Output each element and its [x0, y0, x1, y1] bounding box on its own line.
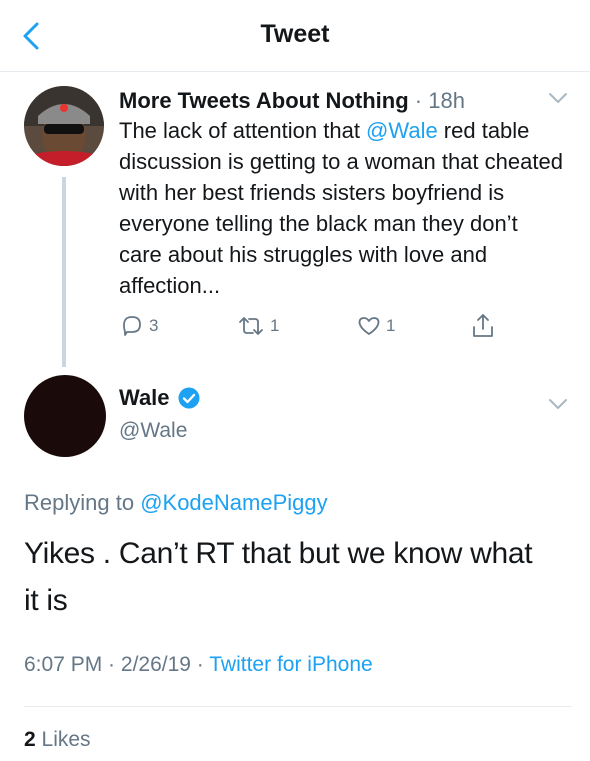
top-bar: Tweet	[0, 0, 590, 72]
replying-prefix: Replying to	[24, 490, 141, 515]
likes-count: 2	[24, 728, 36, 751]
share-icon	[473, 314, 493, 337]
mention-link[interactable]: @Wale	[366, 118, 438, 143]
retweet-icon	[239, 317, 263, 335]
like-button[interactable]: 1	[356, 311, 395, 341]
tweet-text-part: The lack of attention that	[119, 118, 367, 143]
separator: ·	[408, 88, 429, 113]
chevron-down-icon[interactable]	[548, 92, 568, 104]
heart-icon	[358, 317, 380, 335]
tweet-text: The lack of attention that @Wale red tab…	[119, 115, 564, 301]
verified-badge-icon	[178, 387, 200, 409]
retweet-button[interactable]: 1	[236, 311, 279, 341]
thread-line	[62, 177, 66, 367]
tweet-text: Yikes . Can’t RT that but we know what i…	[24, 537, 533, 617]
reply-count: 3	[149, 316, 159, 335]
replying-to-link[interactable]: @KodeNamePiggy	[140, 490, 327, 515]
author-name[interactable]: More Tweets About Nothing	[119, 88, 409, 113]
tweet-source-link[interactable]: Twitter for iPhone	[209, 653, 372, 676]
likes-summary[interactable]: 2 Likes	[24, 728, 91, 752]
separator: ·	[190, 653, 210, 676]
tweet-actions: 3 1 1	[119, 311, 539, 341]
divider	[24, 706, 572, 707]
tweet-text-part: red table discussion is getting to a wom…	[119, 118, 563, 298]
tweet-date: 2/26/19	[120, 653, 191, 676]
tweet-time[interactable]: 18h	[428, 88, 465, 113]
replying-to: Replying to @KodeNamePiggy	[24, 490, 328, 516]
reply-icon	[123, 316, 141, 336]
author-name-row[interactable]: Wale	[119, 385, 200, 411]
chevron-down-icon[interactable]	[548, 398, 568, 410]
parent-tweet-header: More Tweets About Nothing · 18h	[119, 86, 564, 115]
author-handle[interactable]: @Wale	[119, 419, 187, 443]
page-title: Tweet	[260, 20, 330, 48]
retweet-count: 1	[270, 316, 280, 335]
likes-label: Likes	[35, 728, 91, 751]
reply-button[interactable]: 3	[119, 311, 158, 341]
tweet-time: 6:07 PM	[24, 653, 103, 676]
parent-tweet-content: More Tweets About Nothing · 18h The lack…	[119, 86, 564, 301]
like-count: 1	[386, 316, 396, 335]
avatar[interactable]	[24, 86, 104, 166]
share-button[interactable]	[470, 311, 496, 341]
separator: ·	[102, 653, 121, 676]
tweet-meta: 6:07 PM · 2/26/19 · Twitter for iPhone	[24, 653, 373, 677]
avatar[interactable]	[24, 375, 106, 457]
author-name[interactable]: Wale	[119, 385, 170, 411]
